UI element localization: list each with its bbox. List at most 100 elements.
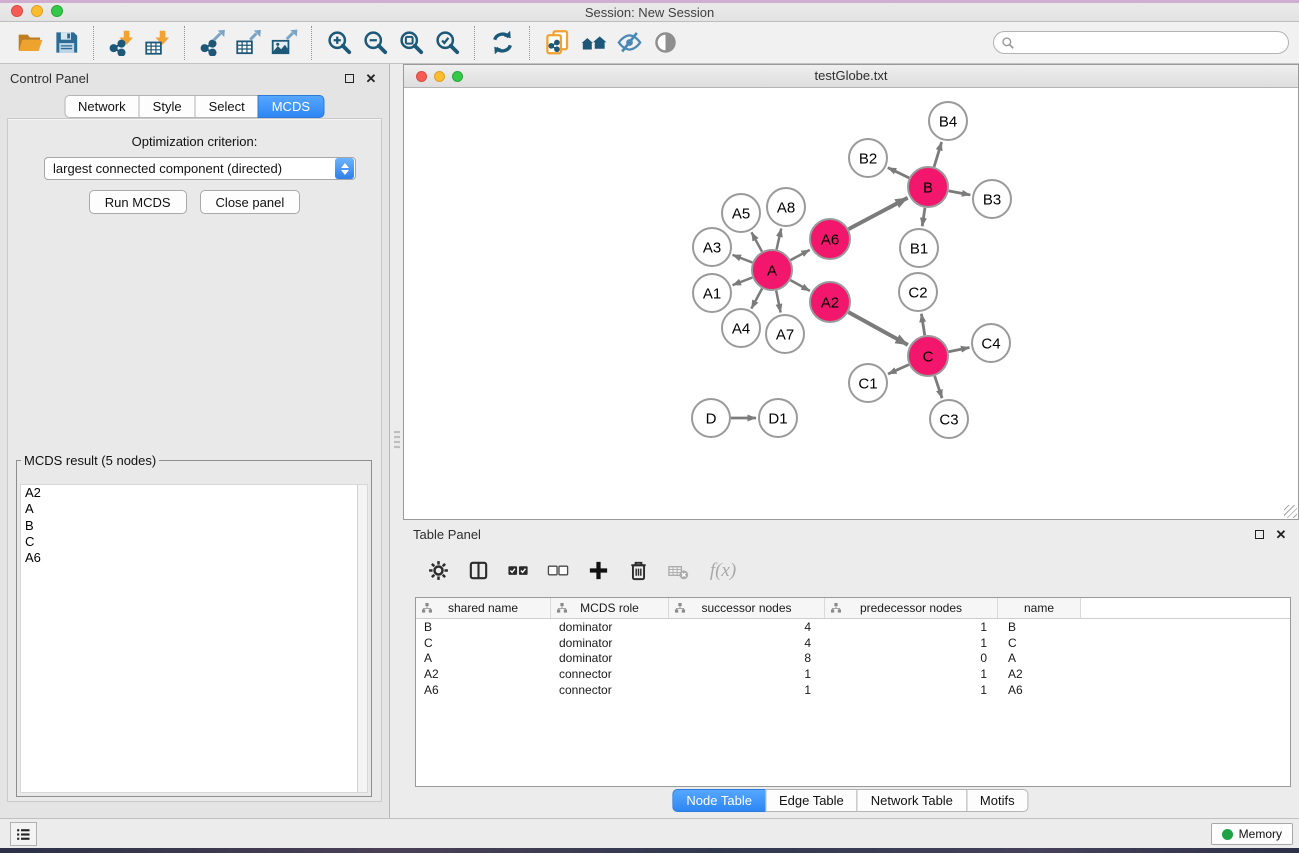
edge-B-B3[interactable]	[949, 191, 971, 195]
export-network-icon[interactable]	[196, 26, 228, 60]
edge-A-A4[interactable]	[751, 289, 762, 309]
table-body[interactable]: Bdominator41BCdominator41CAdominator80AA…	[416, 619, 1290, 697]
tab-edge-table[interactable]: Edge Table	[765, 789, 858, 812]
node-A5[interactable]: A5	[722, 194, 760, 232]
tab-select[interactable]: Select	[195, 95, 259, 118]
criterion-dropdown[interactable]: largest connected component (directed)	[44, 157, 356, 180]
table-cell[interactable]: connector	[551, 667, 669, 681]
edge-B-B4[interactable]	[934, 142, 942, 167]
node-B4[interactable]: B4	[929, 102, 967, 140]
table-row[interactable]: Cdominator41C	[416, 635, 1290, 651]
float-panel-icon[interactable]	[1251, 526, 1267, 542]
column-header-successor-nodes[interactable]: successor nodes	[669, 598, 825, 618]
table-cell[interactable]: 1	[825, 636, 998, 650]
node-A[interactable]: A	[752, 250, 792, 290]
table-cell[interactable]: 1	[825, 620, 998, 634]
table-cell[interactable]: A6	[416, 683, 551, 697]
columns-icon[interactable]	[465, 558, 491, 584]
node-C4[interactable]: C4	[972, 324, 1010, 362]
column-header-name[interactable]: name	[998, 598, 1081, 618]
zoom-selected-icon[interactable]	[431, 26, 463, 60]
node-D[interactable]: D	[692, 399, 730, 437]
column-header-MCDS-role[interactable]: MCDS role	[551, 598, 669, 618]
close-window-icon[interactable]	[11, 5, 23, 17]
edge-A-A8[interactable]	[777, 228, 782, 249]
network-window-controls[interactable]	[416, 71, 463, 82]
result-item[interactable]: A	[21, 501, 367, 517]
table-header-row[interactable]: shared nameMCDS rolesuccessor nodesprede…	[416, 598, 1290, 619]
gear-icon[interactable]	[425, 558, 451, 584]
table-cell[interactable]: 1	[825, 667, 998, 681]
node-C2[interactable]: C2	[899, 273, 937, 311]
select-all-checkboxes-icon[interactable]	[505, 558, 531, 584]
zoom-in-icon[interactable]	[323, 26, 355, 60]
table-cell[interactable]: A2	[998, 667, 1081, 681]
memory-button[interactable]: Memory	[1211, 823, 1293, 845]
edge-A-A7[interactable]	[776, 291, 780, 313]
node-A6[interactable]: A6	[810, 219, 850, 259]
home-icon[interactable]	[577, 26, 609, 60]
deselect-all-checkboxes-icon[interactable]	[545, 558, 571, 584]
zoom-window-icon[interactable]	[51, 5, 63, 17]
edge-A-A6[interactable]	[791, 250, 810, 260]
table-cell[interactable]: connector	[551, 683, 669, 697]
mcds-result-list[interactable]: A2ABCA6	[20, 484, 368, 793]
tab-network[interactable]: Network	[64, 95, 140, 118]
edge-A-A1[interactable]	[733, 278, 753, 286]
minimize-window-icon[interactable]	[434, 71, 445, 82]
table-row[interactable]: A2connector11A2	[416, 666, 1290, 682]
add-row-icon[interactable]	[585, 558, 611, 584]
edge-C-C4[interactable]	[949, 347, 970, 351]
edge-A6-B[interactable]	[849, 198, 908, 229]
run-mcds-button[interactable]: Run MCDS	[89, 190, 187, 214]
table-row[interactable]: A6connector11A6	[416, 682, 1290, 698]
function-builder-icon[interactable]: f(x)	[705, 558, 741, 584]
edge-A-A3[interactable]	[733, 255, 753, 263]
level-of-detail-eye-icon[interactable]	[649, 26, 681, 60]
column-header-shared-name[interactable]: shared name	[416, 598, 551, 618]
result-item[interactable]: C	[21, 534, 367, 550]
duplicate-network-icon[interactable]	[541, 26, 573, 60]
node-D1[interactable]: D1	[759, 399, 797, 437]
import-network-icon[interactable]	[105, 26, 137, 60]
node-A1[interactable]: A1	[693, 274, 731, 312]
edge-A2-C[interactable]	[848, 312, 907, 345]
network-window-titlebar[interactable]: testGlobe.txt	[404, 65, 1298, 88]
tab-node-table[interactable]: Node Table	[672, 789, 766, 812]
task-history-button[interactable]	[10, 822, 37, 846]
table-cell[interactable]: A	[416, 651, 551, 665]
network-canvas[interactable]: AA1A3A5A8A4A7A6A2BB2B4B3B1CC2C4C1C3DD1	[404, 88, 1298, 519]
node-C1[interactable]: C1	[849, 364, 887, 402]
tab-style[interactable]: Style	[139, 95, 196, 118]
table-cell[interactable]: B	[998, 620, 1081, 634]
table-cell[interactable]: B	[416, 620, 551, 634]
table-cell[interactable]: 4	[669, 620, 825, 634]
edge-B-B1[interactable]	[922, 208, 925, 226]
minimize-window-icon[interactable]	[31, 5, 43, 17]
search-input[interactable]	[1015, 34, 1288, 52]
result-item[interactable]: B	[21, 518, 367, 534]
table-cell[interactable]: dominator	[551, 636, 669, 650]
table-cell[interactable]: C	[998, 636, 1081, 650]
table-cell[interactable]: dominator	[551, 620, 669, 634]
node-B2[interactable]: B2	[849, 139, 887, 177]
float-panel-icon[interactable]	[341, 70, 357, 86]
tab-mcds[interactable]: MCDS	[258, 95, 324, 118]
result-item[interactable]: A6	[21, 550, 367, 566]
node-A3[interactable]: A3	[693, 228, 731, 266]
open-file-icon[interactable]	[14, 26, 46, 60]
node-B3[interactable]: B3	[973, 180, 1011, 218]
node-A8[interactable]: A8	[767, 188, 805, 226]
table-cell[interactable]: 0	[825, 651, 998, 665]
zoom-fit-icon[interactable]	[395, 26, 427, 60]
edge-B-B2[interactable]	[888, 168, 909, 178]
table-row[interactable]: Adominator80A	[416, 650, 1290, 666]
column-header-predecessor-nodes[interactable]: predecessor nodes	[825, 598, 998, 618]
node-C3[interactable]: C3	[930, 400, 968, 438]
vertical-splitter-grip[interactable]	[394, 431, 400, 449]
close-panel-icon[interactable]: ✕	[1273, 526, 1289, 542]
edge-A-A2[interactable]	[790, 280, 809, 291]
table-cell[interactable]: 1	[825, 683, 998, 697]
node-C[interactable]: C	[908, 336, 948, 376]
table-row[interactable]: Bdominator41B	[416, 619, 1290, 635]
